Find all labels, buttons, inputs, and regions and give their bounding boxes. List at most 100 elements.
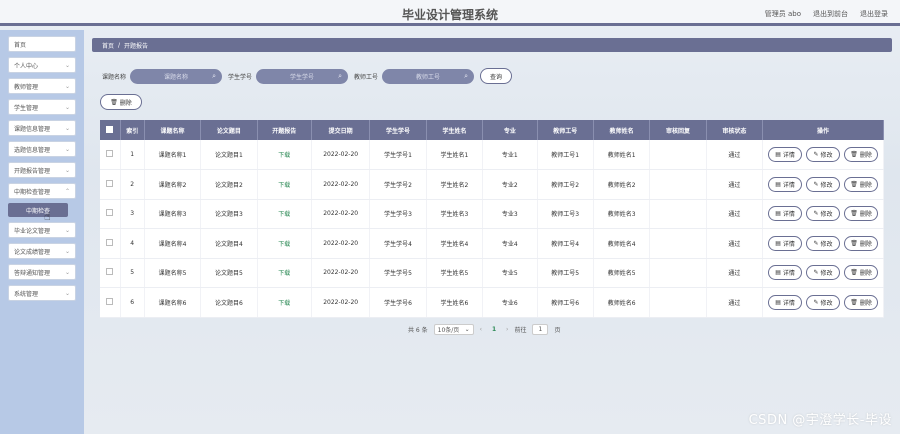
- download-link[interactable]: 下载: [257, 199, 312, 229]
- pencil-icon: ✎: [813, 239, 819, 247]
- detail-button[interactable]: ▤ 详情: [768, 147, 803, 162]
- table-cell: [649, 287, 707, 318]
- sidebar-item-a5[interactable]: 选题信息管理 ⌄: [8, 141, 76, 157]
- delete-button[interactable]: 🗑 删除: [844, 206, 879, 222]
- table-cell: 课题名称3: [144, 199, 202, 229]
- table-cell: 论文题目4: [200, 228, 258, 259]
- delete-button[interactable]: 🗑 删除: [844, 265, 879, 281]
- topic-name-placeholder: 课题名称: [164, 73, 189, 81]
- batch-delete-button[interactable]: 🗑 删除: [100, 94, 142, 110]
- row-checkbox[interactable]: [106, 268, 114, 276]
- button-label: 修改: [820, 181, 833, 189]
- search-icon: ⌕: [464, 71, 469, 80]
- table-cell: 论文题目3: [200, 199, 258, 229]
- delete-button[interactable]: 🗑 删除: [844, 176, 879, 192]
- table-cell: 专业1: [482, 140, 538, 170]
- teacher-id-input[interactable]: 教师工号 ⌕: [382, 68, 475, 84]
- delete-button[interactable]: 🗑 删除: [844, 294, 879, 310]
- column-header: 操作: [762, 120, 884, 140]
- download-link[interactable]: 下载: [257, 169, 312, 200]
- sidebar-item-a7[interactable]: 中期检查管理 ⌃: [8, 183, 76, 199]
- query-button[interactable]: 查询: [480, 68, 513, 84]
- sidebar-item-a0[interactable]: 首页: [8, 36, 76, 52]
- trash-icon: 🗑: [850, 210, 858, 218]
- detail-button[interactable]: ▤ 详情: [768, 294, 803, 310]
- download-link[interactable]: 下载: [257, 258, 312, 288]
- breadcrumb-home[interactable]: 首页: [102, 41, 114, 50]
- chevron-icon: ⌄: [64, 289, 70, 297]
- pencil-icon: ✎: [813, 180, 819, 188]
- detail-button[interactable]: ▤ 详情: [768, 235, 803, 251]
- sidebar-item-label: 论文成绩管理: [14, 248, 51, 256]
- table-cell: 学生姓名1: [426, 140, 484, 170]
- detail-button[interactable]: ▤ 详情: [768, 265, 803, 281]
- edit-button[interactable]: ✎ 修改: [806, 294, 841, 310]
- detail-button[interactable]: ▤ 详情: [768, 176, 803, 192]
- chevron-icon: ⌄: [64, 124, 70, 132]
- top-bar: 毕业设计管理系统 管理员 abo 退出到前台 退出登录: [0, 0, 900, 26]
- delete-button[interactable]: 🗑 删除: [844, 147, 879, 162]
- table-cell: 学生学号1: [369, 140, 427, 170]
- page-size-select[interactable]: 10条/页 ⌄: [433, 324, 474, 335]
- logout-link[interactable]: 退出登录: [860, 9, 888, 19]
- actions-cell: ▤ 详情 ✎ 修改 🗑 删除: [762, 287, 884, 318]
- goto-page-input[interactable]: 1: [532, 324, 549, 335]
- column-header: 教师工号: [537, 120, 594, 140]
- table-row: 4 课题名称4 论文题目4 下载 2022-02-20 学生学号4 学生姓名4 专业4 教师工号…: [100, 228, 884, 259]
- edit-button[interactable]: ✎ 修改: [806, 147, 841, 162]
- row-checkbox[interactable]: [106, 238, 114, 246]
- edit-button[interactable]: ✎ 修改: [806, 206, 841, 222]
- select-all-checkbox[interactable]: [106, 125, 114, 133]
- download-link[interactable]: 下载: [257, 287, 312, 318]
- table-cell: 通过: [706, 140, 764, 170]
- pencil-icon: ✎: [813, 210, 819, 218]
- page-size-value: 10条/页: [437, 327, 460, 334]
- sidebar-item-a2[interactable]: 教师管理 ⌄: [8, 78, 76, 94]
- back-to-frontend-link[interactable]: 退出到前台: [813, 9, 848, 19]
- download-link[interactable]: 下载: [257, 228, 312, 259]
- column-header: 教师姓名: [593, 120, 651, 140]
- table-cell: 4: [120, 228, 145, 259]
- topic-name-label: 课题名称: [102, 73, 127, 81]
- sidebar-item-a3[interactable]: 学生管理 ⌄: [8, 99, 76, 115]
- topic-name-input[interactable]: 课题名称 ⌕: [130, 68, 223, 84]
- sidebar-item-a6[interactable]: 开题报告管理 ⌄: [8, 162, 76, 178]
- row-select-cell: [100, 169, 121, 200]
- chevron-icon: ⌃: [64, 187, 70, 195]
- sidebar-item-label: 选题信息管理: [14, 146, 51, 154]
- delete-button[interactable]: 🗑 删除: [844, 235, 879, 251]
- student-id-input[interactable]: 学生学号 ⌕: [256, 68, 349, 84]
- button-label: 详情: [782, 299, 795, 307]
- sidebar-item-b1[interactable]: 论文成绩管理 ⌄: [8, 243, 76, 259]
- breadcrumb-current: 开题报告: [124, 42, 149, 50]
- button-label: 删除: [859, 299, 872, 307]
- sidebar-item-b3[interactable]: 系统管理 ⌄: [8, 285, 76, 301]
- edit-button[interactable]: ✎ 修改: [806, 176, 841, 192]
- table-cell: 学生学号6: [369, 287, 427, 318]
- table-cell: 教师姓名1: [593, 140, 651, 170]
- row-checkbox[interactable]: [106, 209, 114, 217]
- sidebar-item-a1[interactable]: 个人中心 ⌄: [8, 57, 76, 73]
- next-page-icon[interactable]: ›: [506, 326, 508, 333]
- sidebar-subitem-midterm-check[interactable]: 中期检查 ☝: [8, 203, 68, 223]
- sidebar-item-b2[interactable]: 答辩通知管理 ⌄: [8, 264, 76, 280]
- edit-button[interactable]: ✎ 修改: [806, 265, 841, 281]
- table-cell: 专业4: [482, 228, 538, 259]
- page-number-current[interactable]: 1: [488, 324, 500, 335]
- edit-button[interactable]: ✎ 修改: [806, 235, 841, 251]
- sidebar-item-a4[interactable]: 课题信息管理 ⌄: [8, 120, 76, 136]
- button-label: 修改: [820, 152, 833, 159]
- main-content: 首页 / 开题报告 课题名称 课题名称 ⌕ 学生学号 学生学号 ⌕ 教师工号 教…: [92, 38, 892, 335]
- pagination: 共 6 条 10条/页 ⌄ ‹ 1 › 前往 1 页: [408, 324, 560, 335]
- prev-page-icon[interactable]: ‹: [480, 326, 482, 333]
- row-checkbox[interactable]: [106, 150, 114, 157]
- detail-button[interactable]: ▤ 详情: [768, 206, 803, 222]
- sidebar-item-b0[interactable]: 毕业论文管理 ⌄: [8, 222, 76, 238]
- column-header: 审核状态: [706, 120, 764, 140]
- row-actions: ▤ 详情 ✎ 修改 🗑 删除: [763, 265, 883, 281]
- table-cell: 专业6: [482, 287, 538, 318]
- row-checkbox[interactable]: [106, 297, 114, 305]
- chevron-icon: ⌄: [64, 166, 70, 174]
- row-checkbox[interactable]: [106, 179, 114, 187]
- download-link[interactable]: 下载: [257, 140, 312, 170]
